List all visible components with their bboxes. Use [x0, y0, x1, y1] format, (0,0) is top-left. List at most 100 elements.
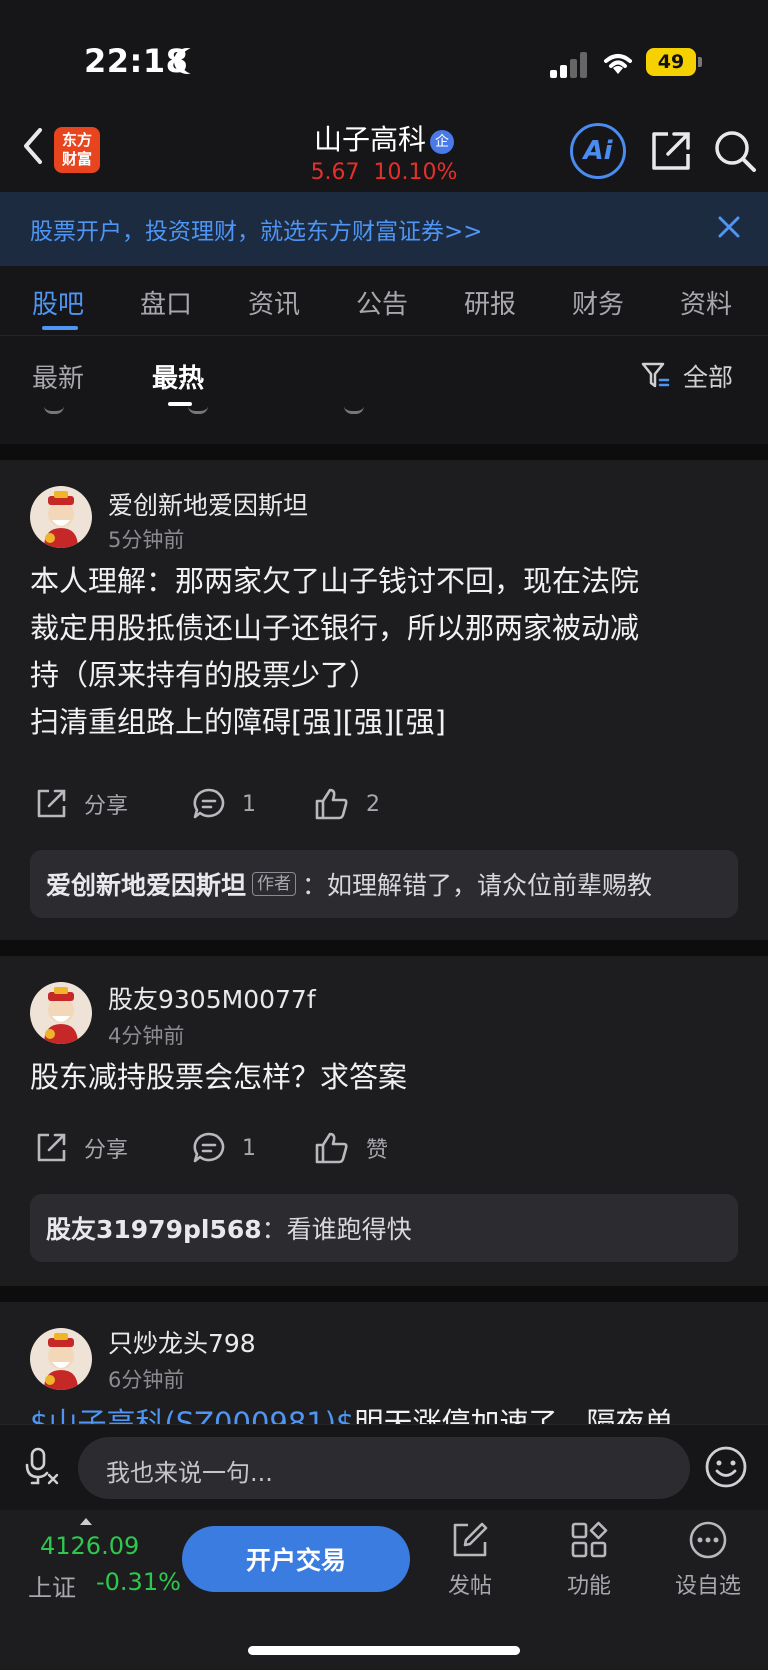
reply-user[interactable]: 股友31979pl568 — [46, 1210, 262, 1246]
index-value[interactable]: 4126.09 — [40, 1532, 139, 1560]
divider — [0, 444, 768, 460]
tab-news[interactable]: 资讯 — [248, 284, 300, 321]
expand-caret-icon[interactable] — [80, 1518, 92, 1525]
share-icon — [37, 1133, 66, 1162]
stock-link[interactable]: $山子高科(SZ000981)$ — [30, 1406, 355, 1424]
post-time: 6分钟前 — [108, 1368, 185, 1392]
add-watchlist-button[interactable]: 设自选 — [663, 1520, 753, 1600]
share-icon[interactable] — [648, 128, 694, 174]
section-tabs: 股吧 盘口 资讯 公告 研报 财务 资料 — [0, 270, 768, 336]
avatar[interactable] — [30, 486, 92, 548]
stock-header: 东方 财富 山子高科企 5.67 10.10% Ai — [0, 110, 768, 190]
post-time: 4分钟前 — [108, 1024, 185, 1048]
post-card[interactable]: 股友9305M0077f 4分钟前 股东减持股票会怎样？求答案 分享 1 赞 股… — [0, 956, 768, 1286]
home-indicator[interactable] — [248, 1646, 520, 1655]
banner-text[interactable]: 股票开户，投资理财，就选东方财富证券>> — [30, 212, 483, 246]
post-line: 裁定用股抵债还山子还银行，所以那两家被动减 — [30, 611, 640, 645]
post-line: 持（原来持有的股票少了） — [30, 658, 379, 692]
comment-button[interactable]: 1 — [192, 784, 256, 824]
battery-icon: 49 — [646, 48, 696, 76]
post-line: 股东减持股票会怎样？求答案 — [30, 1060, 408, 1094]
comment-input[interactable]: 我也来说一句... — [78, 1437, 690, 1499]
divider — [0, 940, 768, 956]
sort-hottest[interactable]: 最热 — [152, 358, 204, 395]
share-label: 分享 — [84, 1138, 129, 1163]
post-line: 本人理解：那两家欠了山子钱讨不回，现在法院 — [30, 564, 640, 598]
enterprise-badge-icon: 企 — [430, 130, 454, 154]
reply-text: 看谁跑得快 — [286, 1215, 412, 1244]
stock-price: 5.67 — [310, 160, 360, 185]
reply-preview[interactable]: 股友31979pl568：看谁跑得快 — [30, 1194, 738, 1262]
emoji-icon[interactable] — [704, 1445, 748, 1489]
thumbs-up-icon — [315, 788, 348, 820]
post-card[interactable]: 只炒龙头798 6分钟前 $山子高科(SZ000981)$明天涨停加速了，隔夜单 — [0, 1302, 768, 1424]
comment-count: 1 — [242, 1135, 256, 1161]
tab-pankou[interactable]: 盘口 — [140, 284, 192, 321]
post-content[interactable]: 股东减持股票会怎样？求答案 — [30, 1054, 730, 1101]
filter-label[interactable]: 全部 — [683, 358, 733, 394]
avatar[interactable] — [30, 982, 92, 1044]
tab-profile[interactable]: 资料 — [680, 284, 732, 321]
share-button[interactable]: 分享 — [34, 784, 128, 824]
tab-research[interactable]: 研报 — [464, 284, 516, 321]
comment-button[interactable]: 1 — [192, 1128, 256, 1168]
cellular-signal-icon — [550, 52, 590, 78]
index-change[interactable]: -0.31% — [96, 1568, 181, 1596]
voice-input-icon[interactable] — [22, 1445, 62, 1489]
post-nav-label: 发帖 — [447, 1574, 492, 1599]
reply-text: 如理解错了，请众位前辈赐教 — [327, 871, 653, 900]
reply-user[interactable]: 爱创新地爱因斯坦 — [46, 866, 246, 902]
like-button[interactable]: 赞 — [314, 1128, 388, 1168]
more-icon — [689, 1521, 727, 1559]
tab-guba[interactable]: 股吧 — [32, 284, 84, 321]
battery-cap — [698, 57, 702, 67]
reply-separator: ： — [302, 871, 328, 900]
like-label: 赞 — [366, 1138, 389, 1163]
close-icon[interactable] — [714, 212, 744, 242]
grid-icon — [571, 1521, 608, 1558]
stock-name: 山子高科 — [313, 123, 426, 156]
previous-post-edge — [188, 400, 208, 414]
tab-announcements[interactable]: 公告 — [356, 284, 408, 321]
comment-count: 1 — [242, 791, 256, 817]
reply-separator: ： — [261, 1215, 287, 1244]
status-bar: 22:18 49 — [0, 0, 768, 120]
filter-icon[interactable] — [640, 360, 670, 390]
previous-post-edge — [344, 400, 364, 414]
post-author[interactable]: 爱创新地爱因斯坦 — [108, 486, 308, 522]
comment-icon — [193, 1132, 225, 1163]
ai-assistant-button[interactable]: Ai — [570, 123, 626, 179]
sort-bar: 最新 最热 全部 — [0, 338, 768, 410]
reply-preview[interactable]: 爱创新地爱因斯坦 作者：如理解错了，请众位前辈赐教 — [30, 850, 738, 918]
promo-banner[interactable]: 股票开户，投资理财，就选东方财富证券>> — [0, 192, 768, 266]
post-content[interactable]: $山子高科(SZ000981)$明天涨停加速了，隔夜单 — [30, 1400, 730, 1424]
previous-post-edge — [44, 400, 64, 414]
post-content[interactable]: 本人理解：那两家欠了山子钱讨不回，现在法院 裁定用股抵债还山子还银行，所以那两家… — [30, 558, 730, 746]
comment-input-bar: 我也来说一句... — [0, 1424, 768, 1510]
share-button[interactable]: 分享 — [34, 1128, 128, 1168]
functions-nav-label: 功能 — [566, 1574, 611, 1599]
functions-nav-button[interactable]: 功能 — [544, 1520, 634, 1600]
post-card[interactable]: 爱创新地爱因斯坦 5分钟前 本人理解：那两家欠了山子钱讨不回，现在法院 裁定用股… — [0, 460, 768, 940]
caishen-avatar-icon — [44, 491, 78, 548]
clock: 22:18 — [84, 42, 189, 80]
moon-icon — [181, 48, 207, 74]
trade-button[interactable]: 开户交易 — [182, 1526, 410, 1592]
post-nav-button[interactable]: 发帖 — [425, 1520, 515, 1600]
edit-icon — [453, 1522, 488, 1557]
like-count: 2 — [366, 791, 380, 817]
post-line: 扫清重组路上的障碍[强][强][强] — [30, 705, 446, 739]
sort-latest[interactable]: 最新 — [32, 358, 84, 395]
thumbs-up-icon — [315, 1132, 348, 1164]
like-button[interactable]: 2 — [314, 784, 380, 824]
post-author[interactable]: 只炒龙头798 — [108, 1324, 256, 1360]
caishen-avatar-icon — [44, 987, 78, 1044]
index-name[interactable]: 上证 — [28, 1568, 76, 1603]
post-author[interactable]: 股友9305M0077f — [108, 980, 316, 1016]
post-time: 5分钟前 — [108, 528, 185, 552]
search-icon[interactable] — [712, 128, 758, 174]
caishen-avatar-icon — [44, 1333, 78, 1390]
avatar[interactable] — [30, 1328, 92, 1390]
tab-finance[interactable]: 财务 — [572, 284, 624, 321]
share-icon — [37, 789, 66, 818]
